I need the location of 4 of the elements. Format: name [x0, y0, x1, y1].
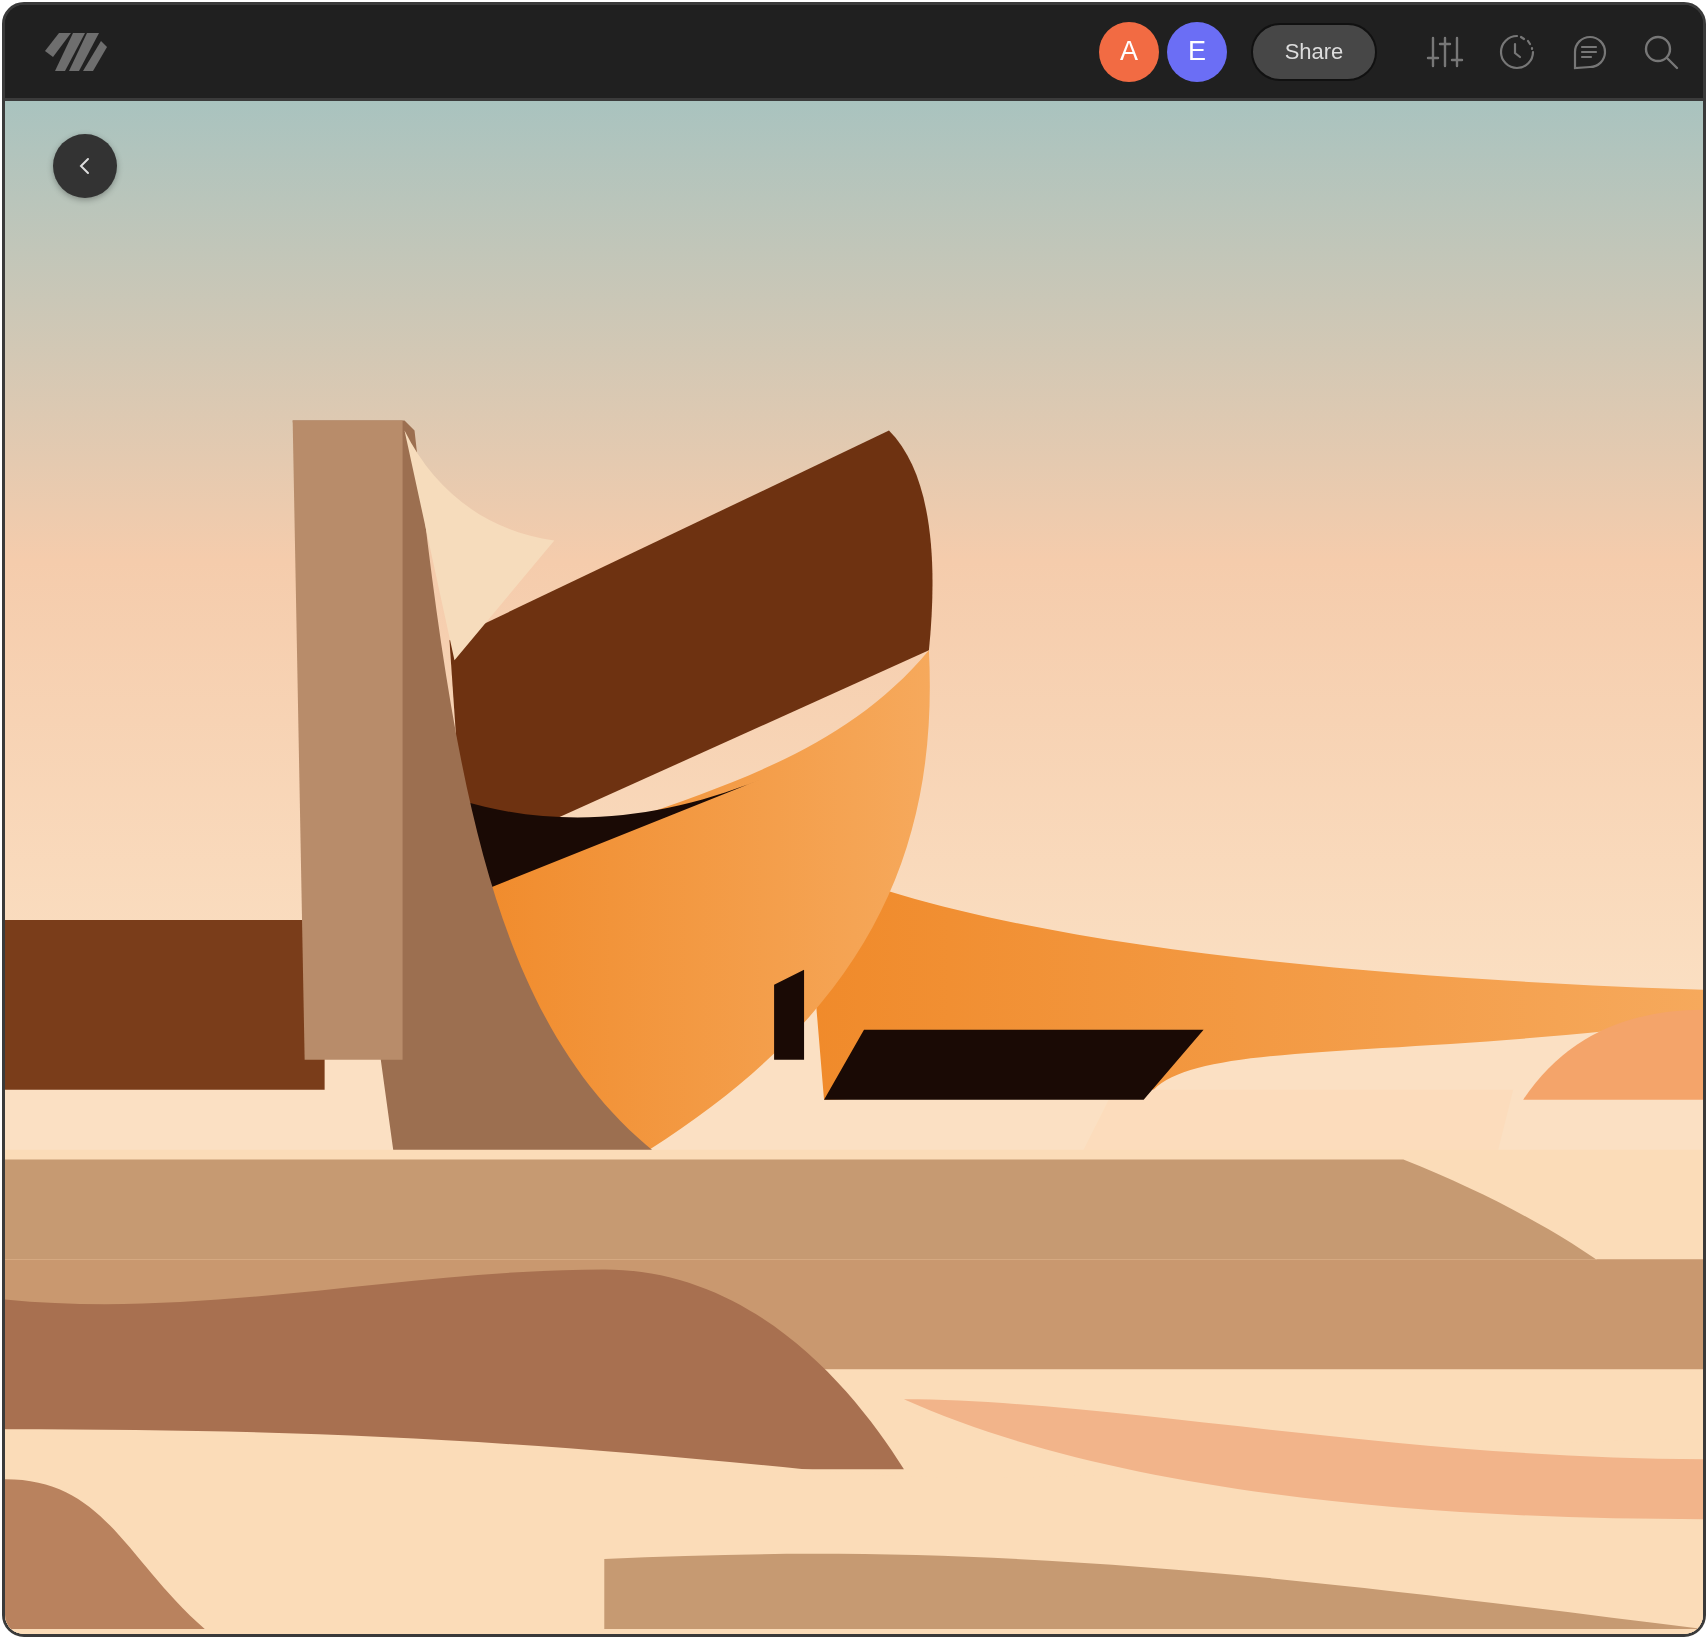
logo-icon — [43, 30, 109, 73]
share-button[interactable]: Share — [1251, 22, 1377, 81]
user-avatar[interactable]: E — [1167, 21, 1227, 82]
user-avatar[interactable]: A — [1099, 21, 1159, 82]
